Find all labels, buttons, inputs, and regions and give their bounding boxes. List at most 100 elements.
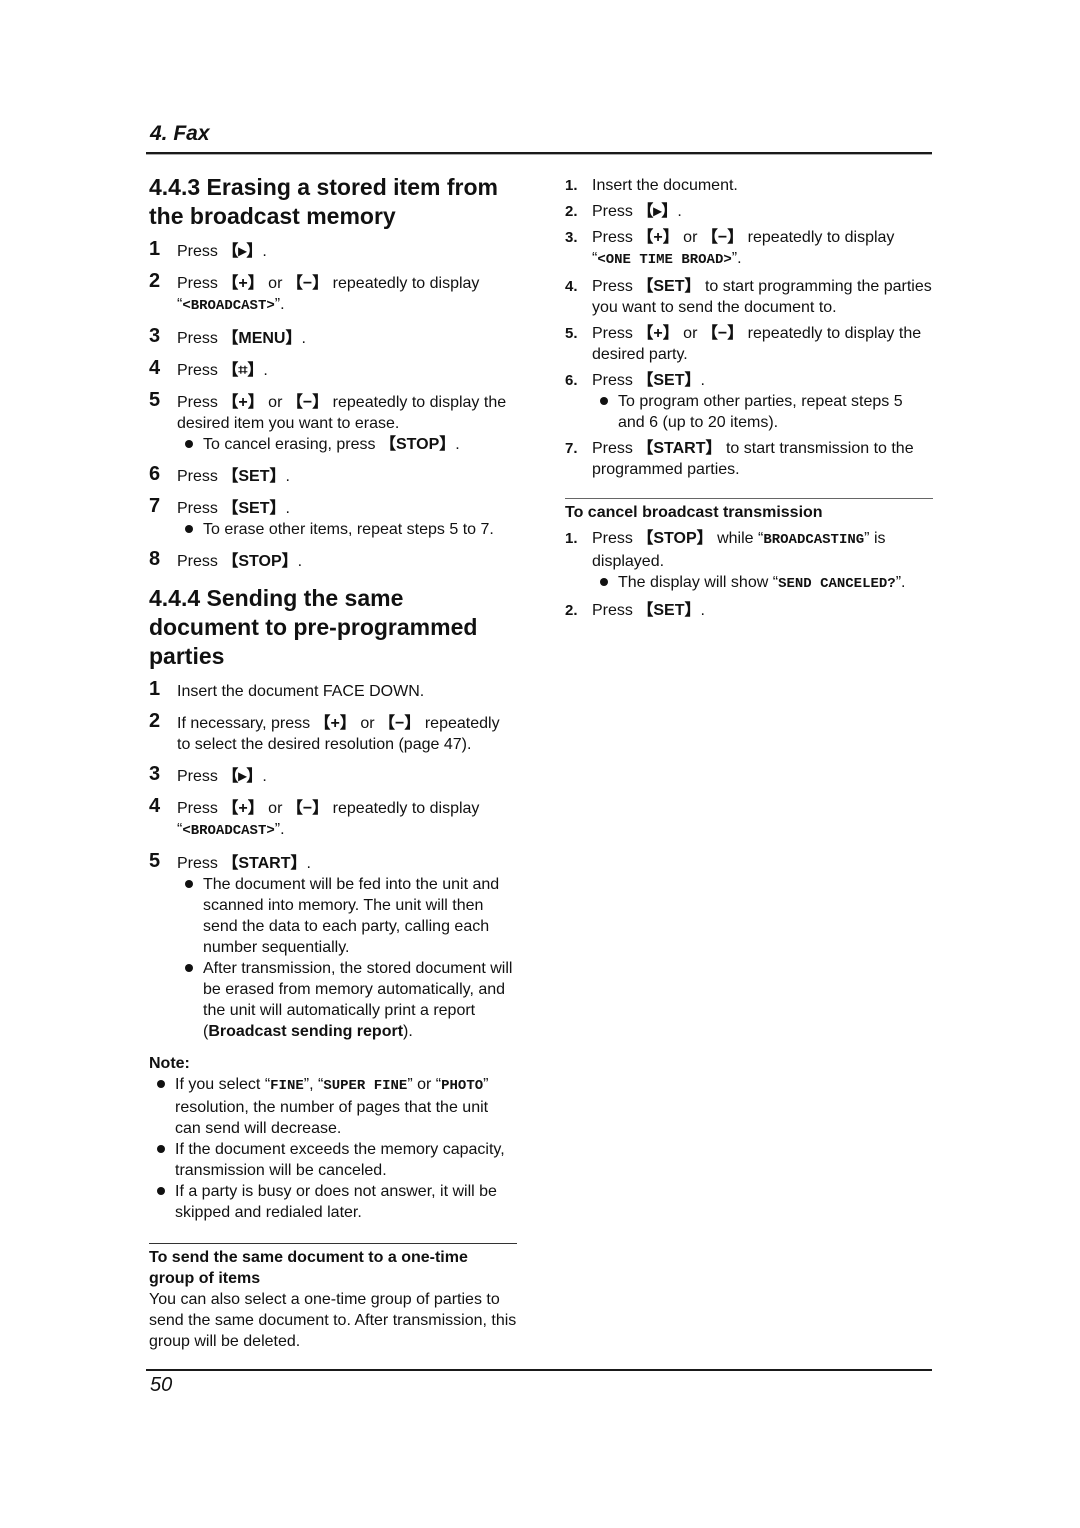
step-text: Press [177, 500, 223, 517]
step-text: while “ [712, 530, 764, 547]
minus-key-icon: 【−】 [701, 325, 744, 342]
step-item: 4 Press 【⌗】. [149, 358, 517, 381]
note-item: If the document exceeds the memory capac… [149, 1139, 517, 1181]
divider [149, 1243, 517, 1244]
stop-key: 【STOP】 [637, 530, 713, 547]
step-text: Press [177, 768, 223, 785]
step-text: Press [592, 278, 638, 295]
step-text: . [306, 855, 311, 872]
step-text: Press [592, 530, 638, 547]
step-item: 2 Press 【+】 or 【−】 repeatedly to display… [149, 271, 517, 317]
stop-key: 【STOP】 [379, 436, 456, 453]
step-text: Press [592, 203, 638, 220]
step-text: . [700, 372, 705, 389]
display-text: SUPER FINE [323, 1078, 408, 1094]
step-item: 5. Press 【+】 or 【−】 repeatedly to displa… [565, 323, 933, 365]
plus-key-icon: 【+】 [222, 275, 264, 292]
bullet-item: After transmission, the stored document … [177, 958, 517, 1042]
header-rule [146, 152, 932, 155]
start-key: 【START】 [222, 855, 307, 872]
footer-rule [146, 1369, 932, 1371]
step-number: 3 [149, 325, 161, 347]
set-key: 【SET】 [637, 602, 701, 619]
step-item: 7 Press 【SET】. To erase other items, rep… [149, 495, 517, 540]
page-number: 50 [150, 1374, 173, 1396]
step-text: . [297, 553, 303, 570]
step-text: If necessary, press [177, 715, 315, 732]
plus-key-icon: 【+】 [314, 715, 356, 732]
left-column: 4.4.3 Erasing a stored item from the bro… [149, 173, 517, 1352]
right-arrow-key-icon: 【▸】 [637, 203, 678, 220]
minus-key-icon: 【−】 [701, 229, 744, 246]
display-text: <ONE TIME BROAD> [597, 252, 732, 268]
step-text: or [678, 325, 702, 342]
set-key: 【SET】 [637, 278, 701, 295]
step-item: 5 Press 【+】 or 【−】 repeatedly to display… [149, 390, 517, 455]
bullet-text: . [455, 436, 460, 453]
step-text: Press [177, 468, 223, 485]
stop-key: 【STOP】 [222, 553, 298, 570]
bullet-item: To cancel erasing, press 【STOP】. [177, 434, 517, 455]
step-number: 6 [149, 463, 161, 485]
bullet-item: To erase other items, repeat steps 5 to … [177, 519, 517, 540]
paragraph: You can also select a one-time group of … [149, 1291, 517, 1350]
step-text: or [678, 229, 702, 246]
step-text: Insert the document FACE DOWN. [177, 683, 425, 700]
step-number: 3 [149, 763, 161, 785]
step-item: 8 Press 【STOP】. [149, 549, 517, 572]
quote: ”. [274, 296, 285, 313]
step-text: . [262, 243, 267, 260]
step-number: 2. [565, 203, 578, 220]
bullet-text: The display will show “ [618, 574, 779, 591]
note-list: If you select “FINE”, “SUPER FINE” or “P… [149, 1074, 517, 1223]
bullet-item: The display will show “SEND CANCELED?”. [592, 572, 933, 595]
step-text: . [262, 768, 267, 785]
step-number: 7 [149, 495, 161, 517]
step-text: . [285, 500, 290, 517]
step-text: . [677, 203, 682, 220]
step-text: Press [177, 394, 223, 411]
hash-key-icon: 【⌗】 [222, 362, 264, 379]
step-text: or [263, 800, 287, 817]
section-title-4-4-4: 4.4.4 Sending the same document to pre-p… [149, 585, 478, 669]
step-text: Press [177, 362, 223, 379]
step-number: 1 [149, 678, 161, 700]
step-item: 3. Press 【+】 or 【−】 repeatedly to displa… [565, 227, 933, 271]
bullet-item: The document will be fed into the unit a… [177, 874, 517, 958]
step-text: Press [592, 325, 638, 342]
step-item: 7. Press 【START】 to start transmission t… [565, 438, 933, 480]
step-text: Press [592, 440, 638, 457]
step-number: 6. [565, 372, 578, 389]
step-text: Press [592, 602, 638, 619]
minus-key-icon: 【−】 [379, 715, 421, 732]
display-text: SEND CANCELED? [778, 576, 896, 592]
step-item: 2. Press 【SET】. [565, 600, 933, 621]
step-text: Press [177, 855, 223, 872]
set-key: 【SET】 [637, 372, 701, 389]
step-text: or [263, 275, 287, 292]
step-text: Press [592, 229, 638, 246]
display-text: PHOTO [441, 1078, 484, 1094]
subheading-one-time-group: To send the same document to a one-time … [149, 1249, 468, 1287]
step-number: 1 [149, 238, 161, 260]
step-item: 1 Press 【▸】. [149, 238, 517, 262]
step-item: 4. Press 【SET】 to start programming the … [565, 276, 933, 318]
set-key: 【SET】 [222, 500, 286, 517]
step-number: 5. [565, 325, 578, 342]
step-text: Insert the document. [592, 177, 738, 194]
step-item: 1. Press 【STOP】 while “BROADCASTING” is … [565, 528, 933, 595]
step-number: 4 [149, 795, 161, 817]
step-number: 1. [565, 177, 578, 194]
bullet-text: ”. [895, 574, 906, 591]
note-text: ” or “ [407, 1076, 442, 1093]
step-item: 5 Press 【START】. The document will be fe… [149, 851, 517, 1042]
plus-key-icon: 【+】 [637, 229, 679, 246]
step-item: 2. Press 【▸】. [565, 201, 933, 222]
bullet-item: To program other parties, repeat steps 5… [592, 391, 933, 433]
set-key: 【SET】 [222, 468, 286, 485]
display-text: <BROADCAST> [182, 823, 275, 839]
quote: ”. [274, 821, 285, 838]
step-item: 4 Press 【+】 or 【−】 repeatedly to display… [149, 795, 517, 842]
step-number: 2 [149, 710, 161, 732]
step-item: 6. Press 【SET】. To program other parties… [565, 370, 933, 433]
